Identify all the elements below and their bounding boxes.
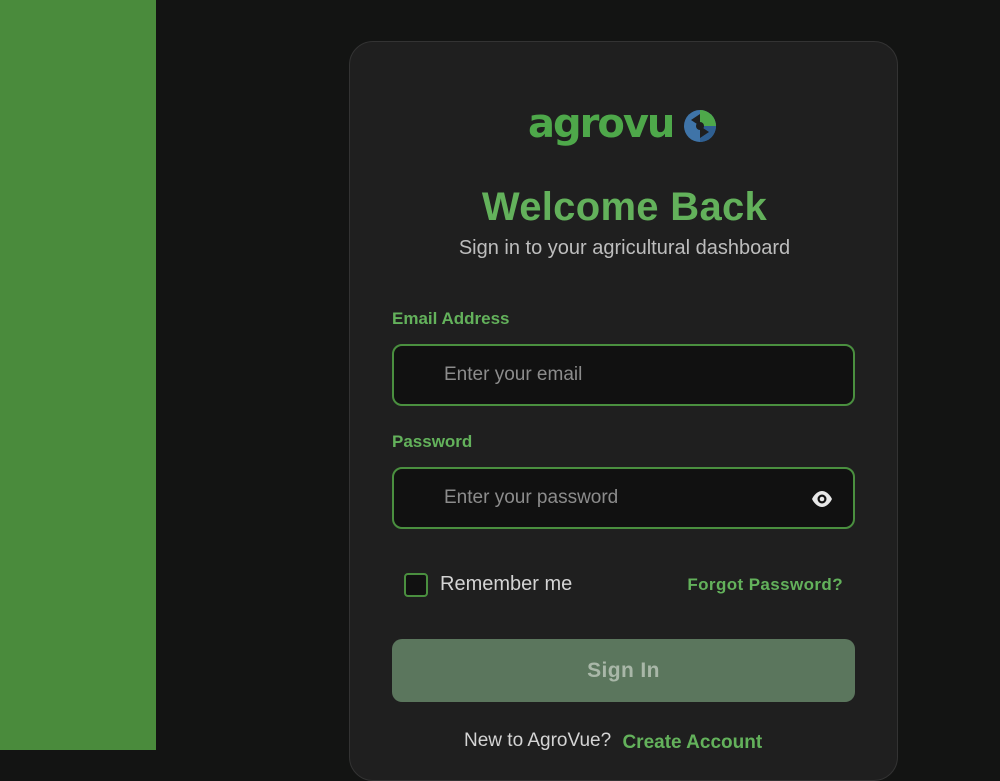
- aperture-logo-icon: [684, 110, 716, 142]
- email-field-wrapper[interactable]: [392, 344, 855, 406]
- password-label: Password: [392, 432, 473, 451]
- page-title: Welcome Back: [481, 185, 768, 229]
- forgot-password-link[interactable]: Forgot Password?: [687, 575, 843, 595]
- signup-prompt-text: New to AgroVue?: [464, 730, 612, 751]
- page-subtitle: Sign in to your agricultural dashboard: [458, 237, 791, 259]
- eye-icon[interactable]: [811, 490, 833, 508]
- remember-me-checkbox[interactable]: [404, 573, 428, 597]
- logo-wordmark: agrovu: [528, 101, 675, 147]
- password-field-wrapper[interactable]: [392, 467, 855, 529]
- agrovue-logo: agrovu: [528, 100, 728, 152]
- remember-me-label[interactable]: Remember me: [440, 573, 572, 596]
- password-field[interactable]: [442, 469, 802, 527]
- signup-prompt: New to AgroVue? Create Account: [464, 730, 762, 753]
- brand-side-panel: [0, 0, 156, 750]
- sign-in-button[interactable]: Sign In: [392, 639, 855, 702]
- email-field[interactable]: [442, 346, 802, 404]
- email-label: Email Address: [392, 309, 510, 328]
- login-card: agrovu Welcome Back Sign in to your agri…: [349, 41, 898, 781]
